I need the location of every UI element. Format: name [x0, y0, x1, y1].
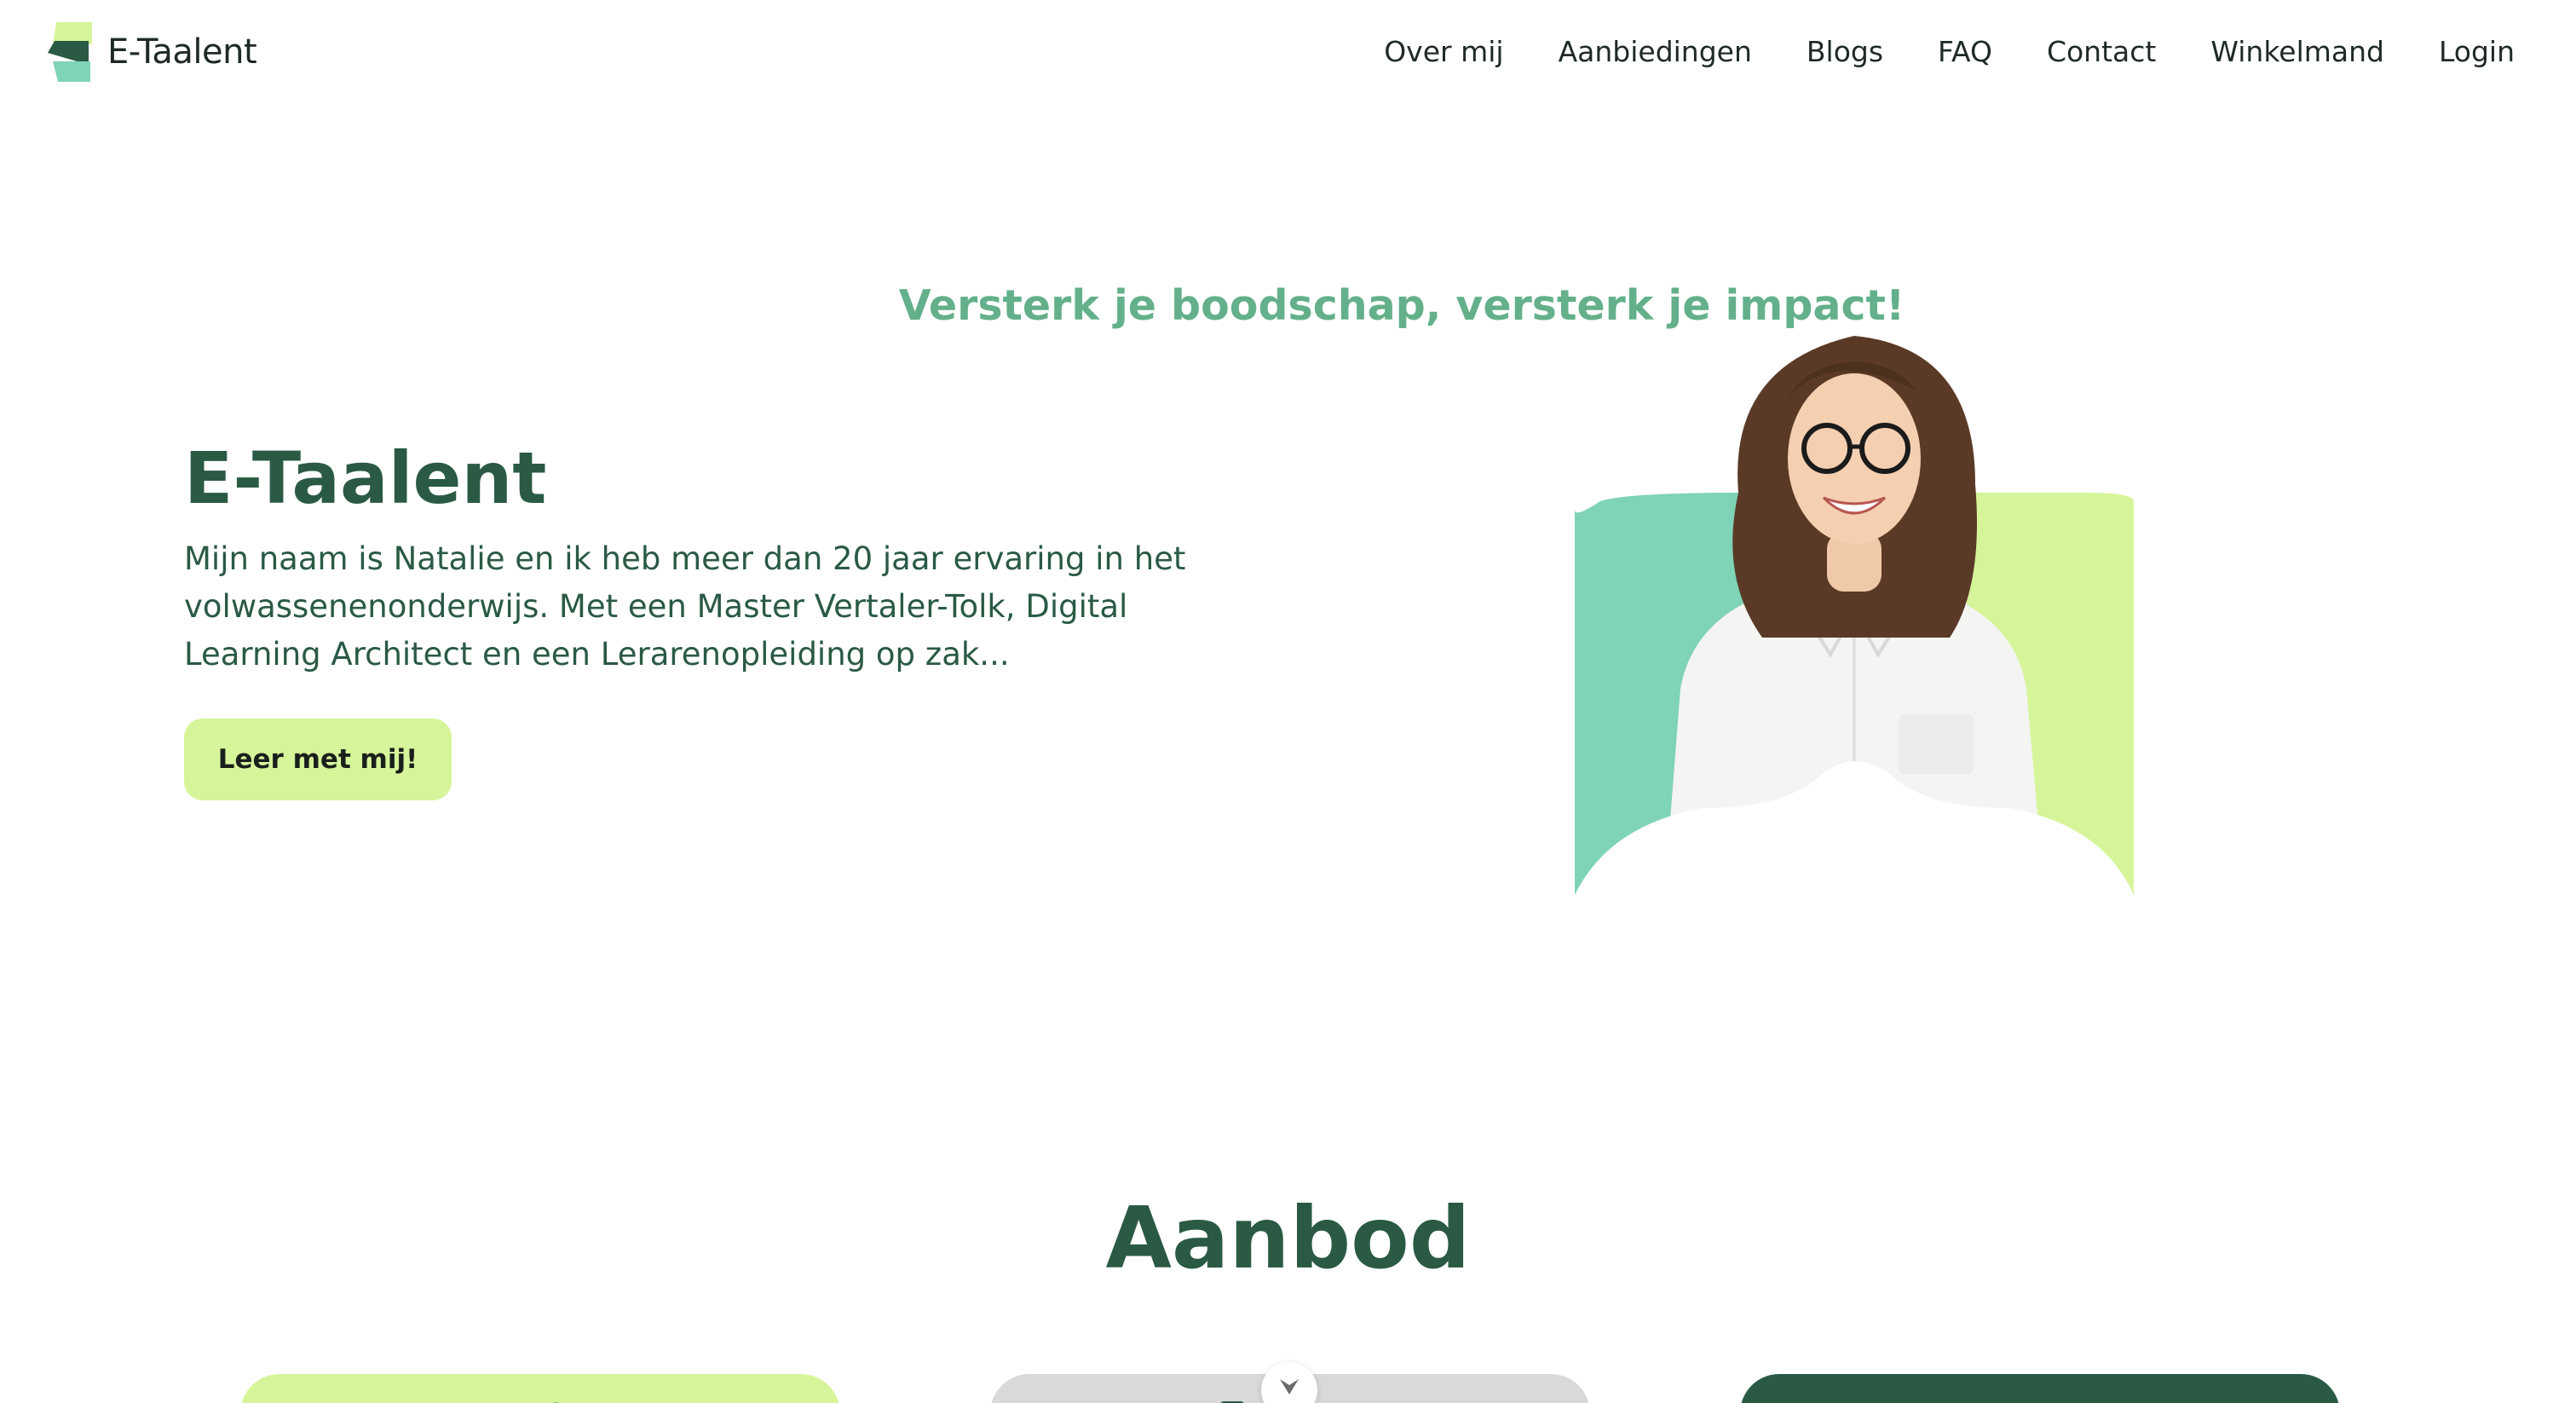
offer-card[interactable]: [1740, 1374, 2340, 1403]
nav-item-over-mij[interactable]: Over mij: [1384, 35, 1503, 68]
main-nav: Over mij Aanbiedingen Blogs FAQ Contact …: [1384, 31, 2515, 72]
nav-item-faq[interactable]: FAQ: [1938, 35, 1992, 68]
nav-item-aanbiedingen[interactable]: Aanbiedingen: [1559, 35, 1752, 68]
hero-portrait-image: [1575, 336, 2134, 895]
offer-card[interactable]: [240, 1374, 840, 1403]
hero-tagline: Versterk je boodschap, versterk je impac…: [898, 281, 1905, 330]
nav-item-login[interactable]: Login: [2439, 35, 2515, 68]
chevron-down-icon: [1280, 1379, 1299, 1394]
hero-intro-text: Mijn naam is Natalie en ik heb meer dan …: [184, 540, 1186, 673]
hero-title: E-Taalent: [184, 436, 547, 520]
nav-item-contact[interactable]: Contact: [2047, 35, 2156, 68]
offer-section-title: Aanbod: [1105, 1188, 1471, 1288]
brand-logo[interactable]: E-Taalent: [48, 22, 257, 82]
e-taalent-logo-icon: [48, 22, 92, 82]
brand-name: E-Taalent: [107, 32, 257, 72]
offer-card-icon: [1220, 1401, 1244, 1403]
scroll-down-button[interactable]: [1261, 1362, 1317, 1403]
offer-card-icon: [552, 1402, 559, 1403]
nav-item-winkelmand[interactable]: Winkelmand: [2210, 35, 2384, 68]
learn-with-me-button[interactable]: Leer met mij!: [184, 719, 452, 800]
nav-item-blogs[interactable]: Blogs: [1807, 35, 1883, 68]
